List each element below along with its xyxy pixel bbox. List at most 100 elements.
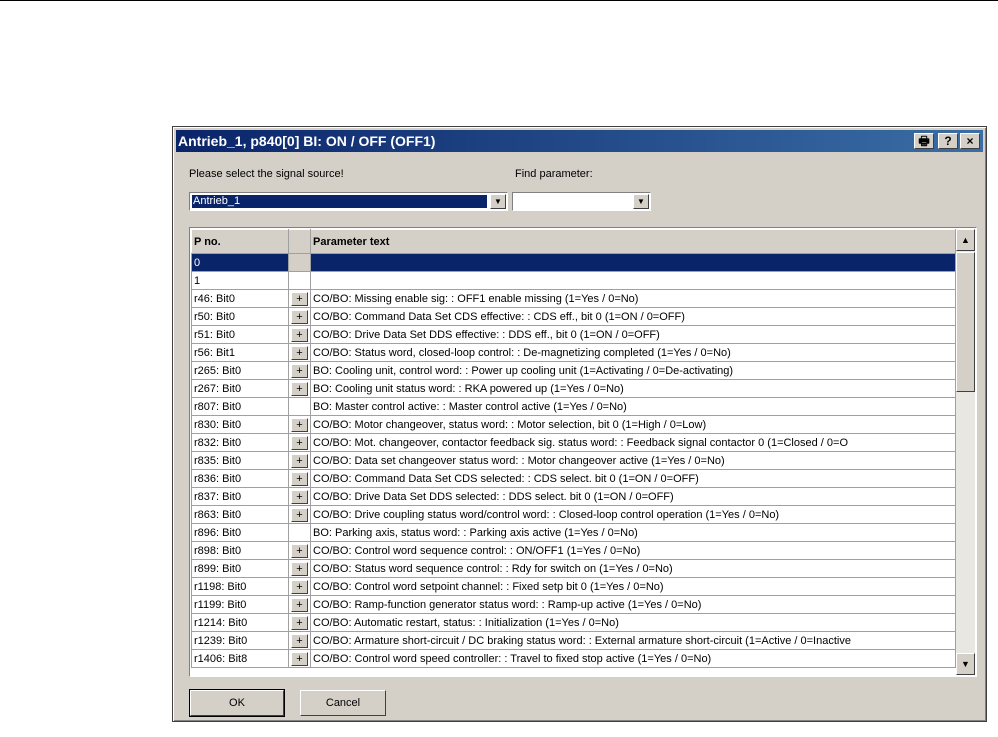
table-row[interactable]: r50: Bit0 + CO/BO: Command Data Set CDS ef… [191,307,956,326]
cell-expand: + [288,469,311,488]
expand-plus-button[interactable]: + [291,507,308,522]
table-row[interactable]: 0 [191,253,956,272]
expand-plus-button[interactable]: + [291,453,308,468]
table-row[interactable]: r830: Bit0 + CO/BO: Motor changeover, stat… [191,415,956,434]
cell-pno: r267: Bit0 [191,379,289,398]
chevron-down-icon[interactable]: ▼ [490,194,506,209]
cell-pno: r50: Bit0 [191,307,289,326]
cell-pno: r51: Bit0 [191,325,289,344]
table-row[interactable]: r837: Bit0 + CO/BO: Drive Data Set DDS sel… [191,487,956,506]
ok-button[interactable]: OK [189,689,285,717]
cell-pno: r837: Bit0 [191,487,289,506]
cell-expand: + [288,577,311,596]
cell-pno: r830: Bit0 [191,415,289,434]
scroll-down-icon[interactable]: ▼ [956,653,975,675]
scroll-up-icon[interactable]: ▲ [956,229,975,251]
find-parameter-label: Find parameter: [515,168,593,180]
close-button[interactable]: × [960,133,980,149]
table-row[interactable]: r46: Bit0 + CO/BO: Missing enable sig: : O… [191,289,956,308]
cell-parameter-text [310,271,956,290]
cell-pno: r1198: Bit0 [191,577,289,596]
table-row[interactable]: r1198: Bit0 + CO/BO: Control word setpoint… [191,577,956,596]
top-border-line [0,0,998,1]
cell-pno: r899: Bit0 [191,559,289,578]
expand-plus-button[interactable]: + [291,417,308,432]
cell-expand [288,523,311,542]
table-row[interactable]: r899: Bit0 + CO/BO: Status word sequence c… [191,559,956,578]
expand-plus-button[interactable]: + [291,291,308,306]
cell-parameter-text: CO/BO: Status word, closed-loop control:… [310,343,956,362]
cell-parameter-text: CO/BO: Command Data Set CDS effective: :… [310,307,956,326]
cell-pno: r46: Bit0 [191,289,289,308]
cell-parameter-text: CO/BO: Drive Data Set DDS effective: : D… [310,325,956,344]
print-icon[interactable]: 🖶 [914,133,934,149]
cell-expand [288,253,311,272]
expand-plus-button[interactable]: + [291,543,308,558]
cell-parameter-text: CO/BO: Control word speed controller: : … [310,649,956,668]
cancel-button[interactable]: Cancel [300,690,386,716]
cell-pno: r1214: Bit0 [191,613,289,632]
help-button[interactable]: ? [938,133,958,149]
chevron-down-icon[interactable]: ▼ [633,194,649,209]
table-row[interactable]: r1214: Bit0 + CO/BO: Automatic restart, st… [191,613,956,632]
cell-pno: r807: Bit0 [191,397,289,416]
cell-pno: r1199: Bit0 [191,595,289,614]
signal-source-select[interactable]: Antrieb_1 ▼ [189,192,508,211]
expand-plus-button[interactable]: + [291,345,308,360]
table-row[interactable]: 1 [191,271,956,290]
cell-parameter-text: BO: Cooling unit, control word: : Power … [310,361,956,380]
cell-expand: + [288,361,311,380]
cell-expand: + [288,379,311,398]
dialog-title: Antrieb_1, p840[0] BI: ON / OFF (OFF1) [178,133,436,149]
expand-plus-button[interactable]: + [291,561,308,576]
cell-expand: + [288,559,311,578]
column-header-pno[interactable]: P no. [191,229,289,254]
expand-plus-button[interactable]: + [291,471,308,486]
expand-plus-button[interactable]: + [291,579,308,594]
cell-expand: + [288,289,311,308]
expand-plus-button[interactable]: + [291,381,308,396]
expand-plus-button[interactable]: + [291,363,308,378]
expand-plus-button[interactable]: + [291,597,308,612]
cell-pno: r265: Bit0 [191,361,289,380]
cell-parameter-text: CO/BO: Command Data Set CDS selected: : … [310,469,956,488]
table-row[interactable]: r835: Bit0 + CO/BO: Data set changeover st… [191,451,956,470]
cell-parameter-text: CO/BO: Missing enable sig: : OFF1 enable… [310,289,956,308]
cell-expand: + [288,595,311,614]
expand-plus-button[interactable]: + [291,633,308,648]
table-row[interactable]: r56: Bit1 + CO/BO: Status word, closed-loo… [191,343,956,362]
cell-expand: + [288,541,311,560]
table-row[interactable]: r1406: Bit8 + CO/BO: Control word speed co… [191,649,956,668]
table-row[interactable]: r898: Bit0 + CO/BO: Control word sequence … [191,541,956,560]
cell-pno: r1406: Bit8 [191,649,289,668]
cell-parameter-text: BO: Parking axis, status word: : Parking… [310,523,956,542]
table-row[interactable]: r265: Bit0 + BO: Cooling unit, control wor… [191,361,956,380]
cell-expand: + [288,649,311,668]
cell-parameter-text: CO/BO: Automatic restart, status: : Init… [310,613,956,632]
table-row[interactable]: r896: Bit0 BO: Parking axis, status word:… [191,523,956,542]
column-header-parameter-text[interactable]: Parameter text [310,229,956,254]
expand-plus-button[interactable]: + [291,489,308,504]
cell-pno: 0 [191,253,289,272]
scroll-thumb[interactable] [956,252,975,392]
expand-plus-button[interactable]: + [291,327,308,342]
expand-plus-button[interactable]: + [291,309,308,324]
table-row[interactable]: r51: Bit0 + CO/BO: Drive Data Set DDS effe… [191,325,956,344]
column-header-expand[interactable] [288,229,311,254]
table-row[interactable]: r1199: Bit0 + CO/BO: Ramp-function generat… [191,595,956,614]
vertical-scrollbar[interactable]: ▲ ▼ [956,229,975,675]
table-row[interactable]: r832: Bit0 + CO/BO: Mot. changeover, conta… [191,433,956,452]
cell-expand: + [288,613,311,632]
cell-pno: r832: Bit0 [191,433,289,452]
table-row[interactable]: r836: Bit0 + CO/BO: Command Data Set CDS s… [191,469,956,488]
title-bar[interactable]: Antrieb_1, p840[0] BI: ON / OFF (OFF1) 🖶… [176,130,983,152]
table-row[interactable]: r1239: Bit0 + CO/BO: Armature short-circui… [191,631,956,650]
table-row[interactable]: r267: Bit0 + BO: Cooling unit status word:… [191,379,956,398]
expand-plus-button[interactable]: + [291,651,308,666]
find-parameter-select[interactable]: ▼ [512,192,651,211]
table-row[interactable]: r807: Bit0 BO: Master control active: : M… [191,397,956,416]
expand-plus-button[interactable]: + [291,615,308,630]
expand-plus-button[interactable]: + [291,435,308,450]
table-row[interactable]: r863: Bit0 + CO/BO: Drive coupling status … [191,505,956,524]
cell-parameter-text: BO: Master control active: : Master cont… [310,397,956,416]
